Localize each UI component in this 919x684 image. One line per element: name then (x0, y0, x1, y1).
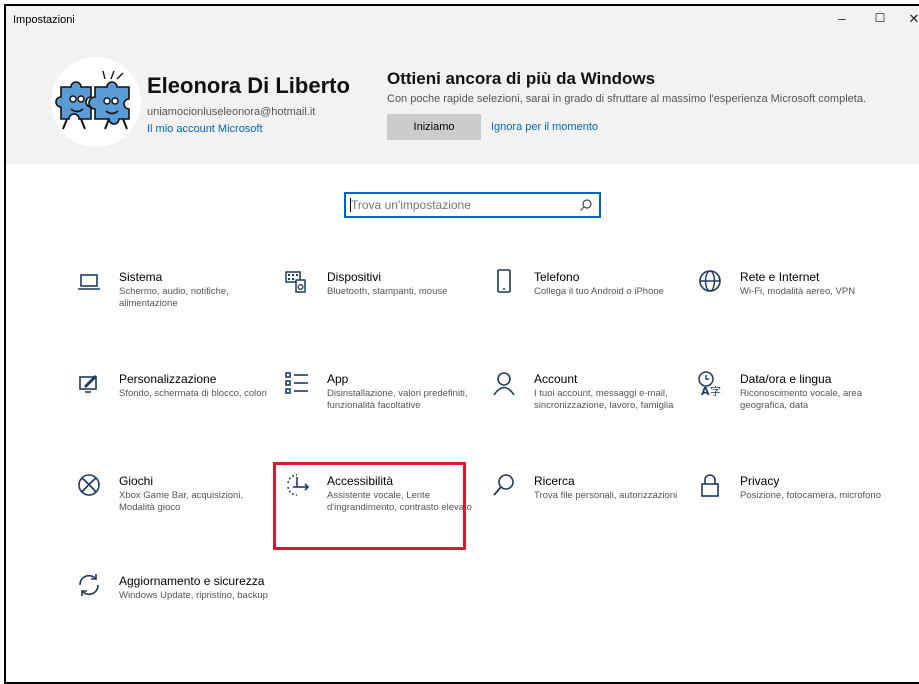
tile-name: Privacy (740, 474, 780, 488)
tile-telefono[interactable]: Telefono Collega il tuo Android o iPhone (491, 268, 691, 348)
tile-sistema[interactable]: Sistema Schermo, audio, notifiche, alime… (76, 268, 276, 348)
tile-name: Rete e Internet (740, 270, 820, 284)
start-button[interactable]: Iniziamo (387, 114, 481, 140)
tile-description: Schermo, audio, notifiche, alimentazione (119, 286, 229, 309)
tile-giochi[interactable]: Giochi Xbox Game Bar, acquisizioni, Moda… (76, 472, 276, 552)
tile-name: Sistema (119, 270, 163, 284)
tile-name: App (327, 372, 349, 386)
globe-icon (699, 270, 721, 292)
search-icon (493, 474, 514, 496)
paint-icon (79, 375, 97, 393)
svg-text:字: 字 (710, 384, 721, 396)
tile-name: Accessibilità (327, 474, 394, 488)
tile-privacy[interactable]: Privacy Posizione, fotocamera, microfono (697, 472, 897, 552)
tile-description: Trova file personali, autorizzazioni (534, 490, 678, 501)
minimize-button[interactable]: – (832, 11, 852, 26)
tile-description: I tuoi account, messaggi e-mail, sincron… (534, 388, 674, 411)
window-title: Impostazioni (13, 14, 75, 26)
tile-description: Windows Update, ripristino, backup (119, 590, 268, 601)
tile-name: Giochi (119, 474, 154, 488)
sync-icon (79, 574, 99, 596)
devices-icon (285, 271, 306, 293)
tile-name: Dispositivi (327, 270, 382, 284)
tile-description: Collega il tuo Android o iPhone (534, 286, 664, 297)
tile-rete-internet[interactable]: Rete e Internet Wi-Fi, modalità aereo, V… (697, 268, 897, 348)
tile-name: Ricerca (534, 474, 575, 488)
tile-app[interactable]: App Disinstallazione, valori predefiniti… (284, 370, 484, 450)
tile-description: Posizione, fotocamera, microfono (740, 490, 881, 501)
tile-data-ora-lingua[interactable]: A 字 Data/ora e lingua Riconoscimento voc… (697, 370, 897, 450)
tile-personalizzazione[interactable]: Personalizzazione Sfondo, schermata di b… (76, 370, 276, 450)
xbox-icon (78, 474, 100, 496)
skip-link[interactable]: Ignora per il momento (491, 121, 598, 133)
tile-description: Sfondo, schermata di blocco, colori (119, 388, 267, 399)
tile-name: Telefono (534, 270, 580, 284)
tile-description: Disinstallazione, valori predefiniti, fu… (327, 388, 468, 411)
title-bar: Impostazioni – ☐ ✕ (6, 6, 919, 36)
tile-name: Data/ora e lingua (740, 372, 832, 386)
account-header: Eleonora Di Liberto uniamocionluseleonor… (6, 36, 919, 164)
tile-account[interactable]: Account I tuoi account, messaggi e-mail,… (491, 370, 691, 450)
tile-ricerca[interactable]: Ricerca Trova file personali, autorizzaz… (491, 472, 691, 552)
user-email: uniamocionluseleonora@hotmail.it (147, 106, 316, 118)
maximize-button[interactable]: ☐ (870, 11, 890, 25)
user-name: Eleonora Di Liberto (147, 73, 350, 98)
promo-title: Ottieni ancora di più da Windows (387, 69, 656, 88)
tile-description: Riconoscimento vocale, area geografica, … (740, 388, 862, 411)
puzzle-avatar-icon (55, 70, 130, 130)
tile-description: Bluetooth, stampanti, mouse (327, 286, 448, 297)
tile-description: Wi-Fi, modalità aereo, VPN (740, 286, 856, 297)
tile-description: Xbox Game Bar, acquisizioni, Modalità gi… (119, 490, 244, 513)
lock-icon (701, 474, 719, 497)
accessibility-icon (287, 474, 310, 496)
svg-text:A: A (701, 385, 710, 396)
tile-name: Aggiornamento e sicurezza (119, 574, 265, 588)
tile-accessibilita[interactable]: Accessibilità Assistente vocale, Lente d… (284, 472, 484, 552)
microsoft-account-link[interactable]: Il mio account Microsoft (147, 123, 263, 135)
tile-name: Account (534, 372, 578, 386)
search-icon[interactable] (579, 198, 593, 212)
apps-list-icon (285, 372, 308, 394)
tile-dispositivi[interactable]: Dispositivi Bluetooth, stampanti, mouse (284, 268, 484, 348)
tile-name: Personalizzazione (119, 372, 217, 386)
language-icon: A 字 (698, 371, 721, 396)
avatar[interactable] (51, 57, 141, 147)
person-icon (493, 372, 515, 396)
tile-description: Assistente vocale, Lente d'ingrandimento… (327, 490, 472, 513)
close-button[interactable]: ✕ (904, 11, 919, 27)
settings-window: Impostazioni – ☐ ✕ Eleonora Di Liberto u… (4, 4, 919, 684)
tile-aggiornamento-sicurezza[interactable]: Aggiornamento e sicurezza Windows Update… (76, 572, 276, 652)
phone-icon (497, 269, 511, 293)
laptop-icon (78, 274, 100, 290)
promo-description: Con poche rapide selezioni, sarai in gra… (387, 93, 866, 105)
search-box[interactable] (344, 192, 601, 218)
search-input[interactable] (351, 196, 571, 214)
